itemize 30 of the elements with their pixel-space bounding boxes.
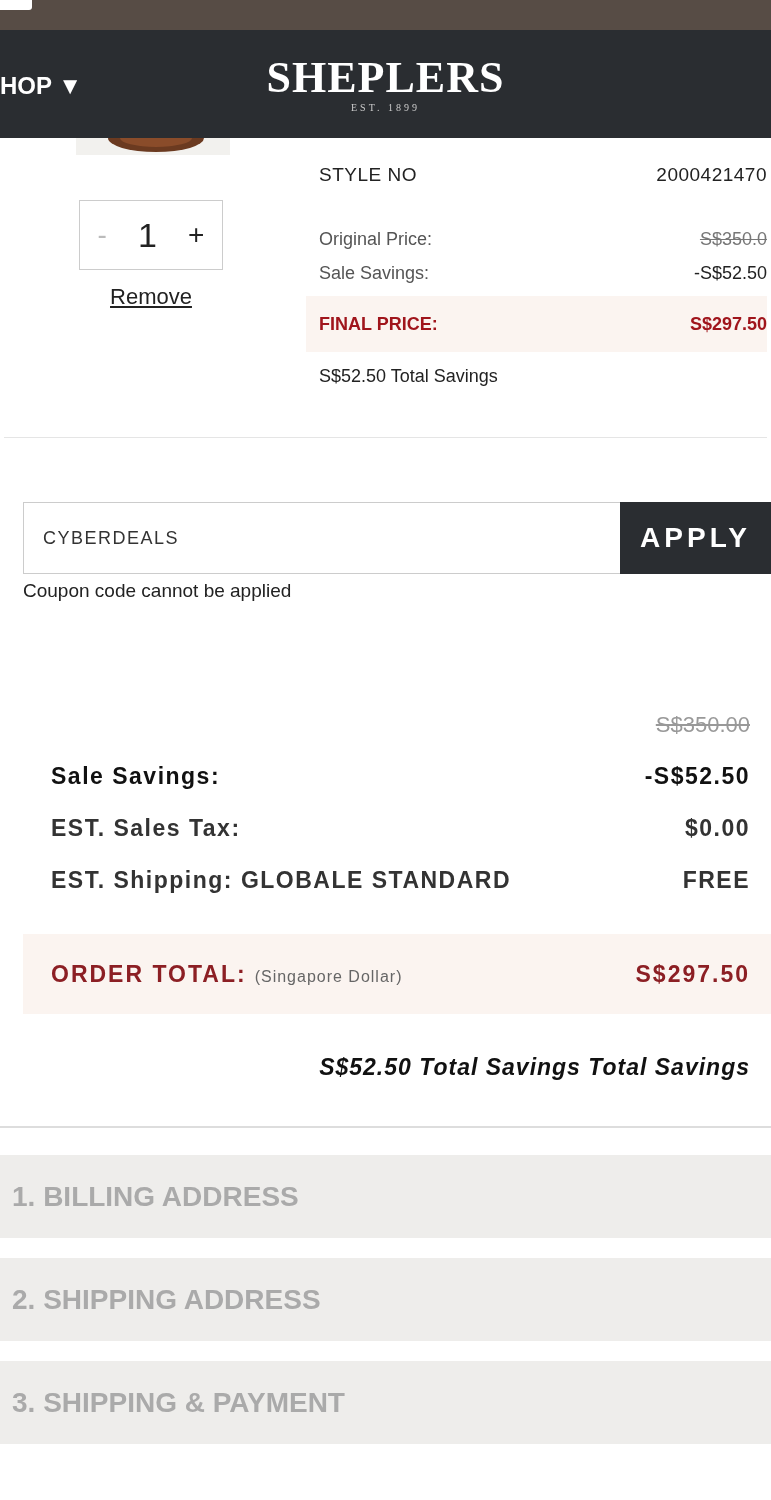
price-label: Original Price: [319, 228, 433, 250]
price-value: S$350.0 [699, 228, 767, 250]
detail-value: 2000421470 [656, 164, 767, 186]
apply-button[interactable]: APPLY [620, 502, 771, 574]
item-savings: S$52.50 Total Savings [319, 366, 499, 387]
currency-note: (Singapore Dollar) [254, 967, 403, 985]
increase-button[interactable]: + [184, 219, 209, 251]
detail-label: STYLE NO [319, 164, 417, 186]
price-value: -S$52.50 [693, 262, 767, 284]
final-price-value: S$297.50 [689, 313, 767, 335]
shop-menu[interactable]: HOP ▼ [0, 72, 82, 100]
quantity-value: 1 [138, 215, 157, 255]
order-total-label: ORDER TOTAL: [51, 960, 247, 987]
price-label: Sale Savings: [319, 262, 430, 284]
original-total: S$350.00 [655, 712, 750, 738]
logo[interactable]: SHEPLERS [266, 55, 505, 100]
coupon-field[interactable]: CYBERDEALS [23, 502, 620, 574]
summary-label: EST. Sales Tax: [51, 814, 241, 842]
remove-link[interactable]: Remove [110, 284, 192, 310]
logo-tagline: EST. 1899 [350, 101, 420, 113]
coupon-error: Coupon code cannot be applied [23, 580, 293, 602]
order-total-value: S$297.50 [635, 960, 750, 988]
summary-value: $0.00 [684, 814, 750, 842]
total-savings: S$52.50 Total Savings Total Savings [319, 1054, 750, 1081]
browser-tab[interactable] [0, 0, 32, 10]
summary-value: FREE [682, 866, 750, 894]
summary-label: EST. Shipping: GLOBALE STANDARD [51, 866, 512, 894]
summary-label: Sale Savings: [51, 762, 221, 790]
summary-value: -S$52.50 [644, 762, 750, 790]
final-price-label: FINAL PRICE: [319, 313, 438, 335]
